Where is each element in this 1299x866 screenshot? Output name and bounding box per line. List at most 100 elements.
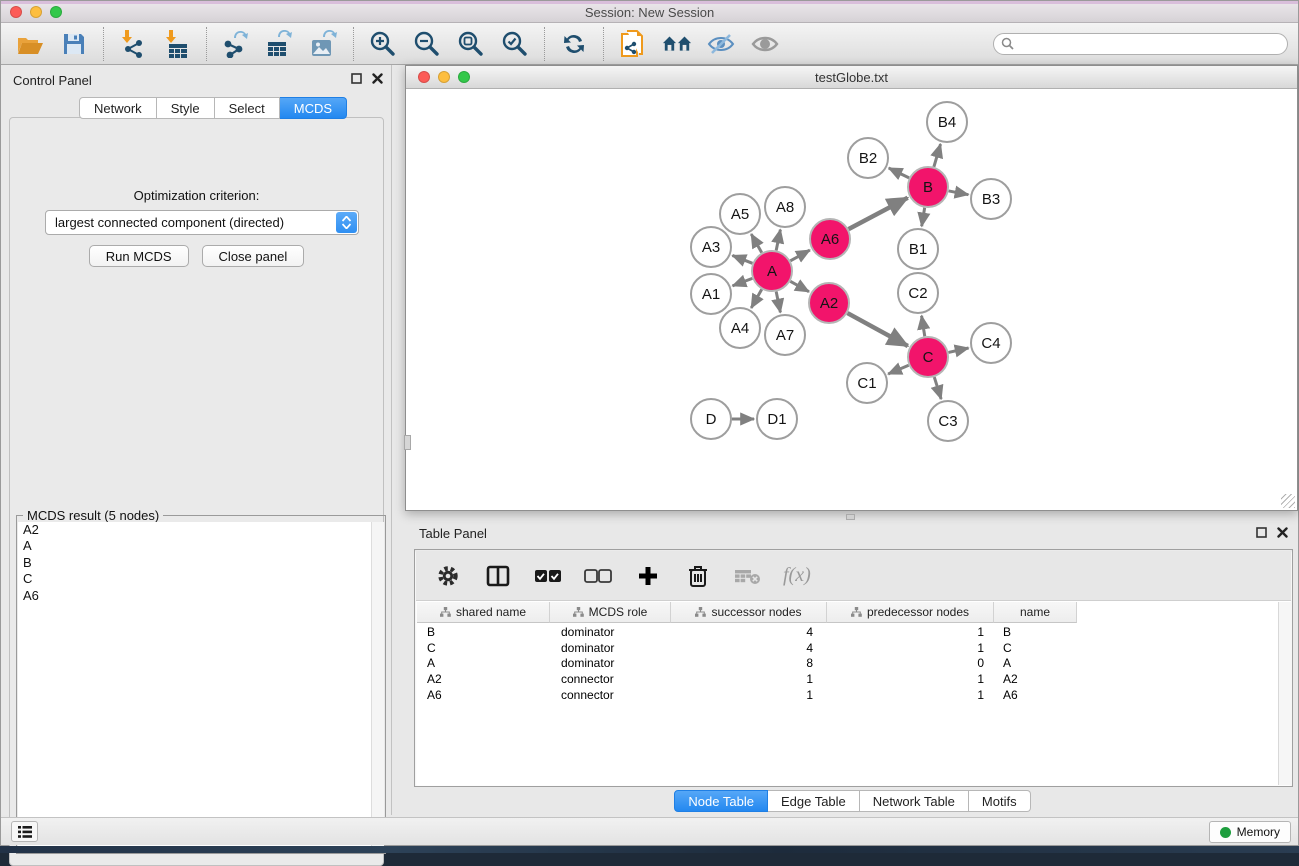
save-session-icon[interactable] [59, 29, 89, 59]
deselect-all-icon[interactable] [583, 561, 613, 591]
graph-edge-A-A5[interactable] [751, 234, 761, 253]
criterion-select[interactable]: largest connected component (directed) [45, 210, 359, 235]
table-cell[interactable]: dominator [550, 625, 671, 639]
zoom-out-icon[interactable] [412, 29, 442, 59]
add-column-icon[interactable] [633, 561, 663, 591]
graph-edge-A-A1[interactable] [733, 278, 753, 285]
table-row[interactable]: A2connector11A2 [417, 671, 1077, 687]
tab-select[interactable]: Select [215, 97, 280, 119]
tab-motifs[interactable]: Motifs [969, 790, 1031, 812]
graph-edge-A2-C[interactable] [847, 313, 907, 346]
table-cell[interactable]: B [994, 625, 1077, 639]
column-header-shared-name[interactable]: shared name [417, 602, 550, 623]
new-network-from-selection-icon[interactable] [618, 29, 648, 59]
search-input[interactable] [993, 33, 1288, 55]
select-all-icon[interactable] [533, 561, 563, 591]
graph-edge-A-A3[interactable] [732, 255, 752, 263]
graph-edge-B-B4[interactable] [934, 144, 941, 167]
mcds-result-list[interactable]: A2ABCA6 [18, 522, 384, 852]
float-panel-icon[interactable] [351, 73, 362, 84]
table-cell[interactable]: A [994, 656, 1077, 670]
table-cell[interactable]: 1 [827, 641, 994, 655]
graph-edge-B-B2[interactable] [889, 168, 909, 178]
table-row[interactable]: Bdominator41B [417, 624, 1077, 640]
table-cell[interactable]: A6 [417, 688, 550, 702]
table-cell[interactable]: C [994, 641, 1077, 655]
table-cell[interactable]: 4 [671, 625, 827, 639]
table-cell[interactable]: dominator [550, 656, 671, 670]
table-cell[interactable]: A6 [994, 688, 1077, 702]
table-cell[interactable]: 0 [827, 656, 994, 670]
result-list-item[interactable]: C [18, 571, 384, 587]
tab-mcds[interactable]: MCDS [280, 97, 347, 119]
table-row[interactable]: A6connector11A6 [417, 687, 1077, 703]
graph-edge-B-B1[interactable] [922, 208, 925, 227]
home-levels-icon[interactable] [662, 29, 692, 59]
run-mcds-button[interactable]: Run MCDS [89, 245, 189, 267]
table-cell[interactable]: 1 [827, 688, 994, 702]
graph-edge-A-A6[interactable] [790, 250, 809, 261]
table-cell[interactable]: dominator [550, 641, 671, 655]
result-list-item[interactable]: A [18, 538, 384, 554]
table-cell[interactable]: 8 [671, 656, 827, 670]
table-row[interactable]: Adominator80A [417, 655, 1077, 671]
window-resize-grip[interactable] [1281, 494, 1295, 508]
graph-edge-C-C1[interactable] [888, 365, 909, 374]
table-cell[interactable]: connector [550, 688, 671, 702]
table-cell[interactable]: B [417, 625, 550, 639]
graph-edge-A-A7[interactable] [776, 292, 780, 313]
table-cell[interactable]: connector [550, 672, 671, 686]
delete-column-icon[interactable] [683, 561, 713, 591]
column-header-mcds-role[interactable]: MCDS role [550, 602, 671, 623]
column-header-name[interactable]: name [994, 602, 1077, 623]
close-panel-icon[interactable] [372, 73, 383, 84]
table-cell[interactable]: 1 [827, 625, 994, 639]
open-session-icon[interactable] [15, 29, 45, 59]
splitter-handle[interactable] [846, 514, 855, 520]
close-panel-button[interactable]: Close panel [202, 245, 305, 267]
table-cell[interactable]: 1 [671, 672, 827, 686]
result-list-item[interactable]: A2 [18, 522, 384, 538]
table-cell[interactable]: A2 [994, 672, 1077, 686]
zoom-selected-icon[interactable] [500, 29, 530, 59]
export-image-icon[interactable] [309, 29, 339, 59]
column-view-icon[interactable] [483, 561, 513, 591]
export-table-icon[interactable] [265, 29, 295, 59]
graph-edge-A-A4[interactable] [751, 289, 761, 308]
graph-edge-C-C2[interactable] [922, 316, 925, 337]
network-canvas[interactable]: AA1A2A3A4A5A6A7A8BB1B2B3B4CC1C2C3C4DD1 [407, 89, 1296, 509]
table-scrollbar[interactable] [1278, 602, 1291, 785]
table-cell[interactable]: 4 [671, 641, 827, 655]
table-settings-icon[interactable] [433, 561, 463, 591]
table-cell[interactable]: C [417, 641, 550, 655]
result-list-item[interactable]: B [18, 555, 384, 571]
tab-style[interactable]: Style [157, 97, 215, 119]
export-network-icon[interactable] [221, 29, 251, 59]
table-row[interactable]: Cdominator41C [417, 640, 1077, 656]
tab-network-table[interactable]: Network Table [860, 790, 969, 812]
column-header-predecessor-nodes[interactable]: predecessor nodes [827, 602, 994, 623]
network-window-titlebar[interactable]: testGlobe.txt [406, 66, 1297, 89]
graph-edge-C-C4[interactable] [948, 348, 968, 352]
graph-edge-C-C3[interactable] [934, 377, 941, 399]
import-table-icon[interactable] [162, 29, 192, 59]
graph-edge-B-B3[interactable] [949, 191, 969, 195]
graph-edge-A-A8[interactable] [776, 230, 780, 251]
table-cell[interactable]: 1 [827, 672, 994, 686]
graph-edge-A-A2[interactable] [790, 281, 809, 291]
table-cell[interactable]: A [417, 656, 550, 670]
import-network-icon[interactable] [118, 29, 148, 59]
zoom-fit-icon[interactable] [456, 29, 486, 59]
refresh-icon[interactable] [559, 29, 589, 59]
tab-edge-table[interactable]: Edge Table [768, 790, 860, 812]
task-history-button[interactable] [11, 821, 38, 842]
column-header-successor-nodes[interactable]: successor nodes [671, 602, 827, 623]
table-cell[interactable]: A2 [417, 672, 550, 686]
tab-network[interactable]: Network [79, 97, 157, 119]
result-list-item[interactable]: A6 [18, 588, 384, 604]
close-table-panel-icon[interactable] [1277, 527, 1288, 538]
birdseye-handle[interactable] [404, 435, 411, 450]
table-cell[interactable]: 1 [671, 688, 827, 702]
memory-button[interactable]: Memory [1209, 821, 1291, 843]
graph-edge-A6-B[interactable] [849, 198, 908, 229]
